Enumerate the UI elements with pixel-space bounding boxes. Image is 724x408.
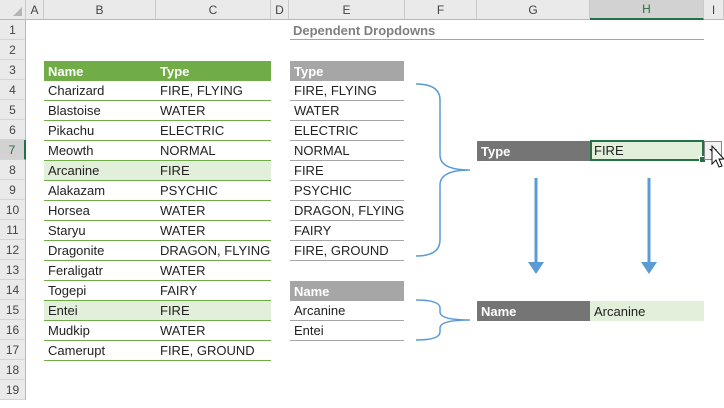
table-cell-name[interactable]: Horsea [44,201,156,221]
row-header[interactable]: 13 [0,260,26,280]
row-header[interactable]: 15 [0,300,26,320]
dropdown-arrow-icon[interactable] [704,141,722,160]
name-list-header[interactable]: Name [290,281,404,301]
column-header-f[interactable]: F [405,0,477,20]
type-dropdown-value[interactable]: FIRE [590,141,704,160]
table-cell-type[interactable]: WATER [156,201,271,221]
table-cell-type[interactable]: FIRE, GROUND [156,341,271,361]
table-cell-name[interactable]: Feraligatr [44,261,156,281]
table-cell-name[interactable]: Charizard [44,81,156,101]
row-header[interactable]: 4 [0,80,26,100]
type-selector-label: Type [477,141,590,161]
table-header-name[interactable]: Name [44,61,156,81]
table-cell-type[interactable]: FAIRY [156,281,271,301]
table-cell-type[interactable]: FIRE, FLYING [156,81,271,101]
brace-icon [415,299,471,341]
table-cell-type-highlighted[interactable]: FIRE [156,301,271,321]
table-header-type[interactable]: Type [156,61,271,81]
table-cell-name[interactable]: Dragonite [44,241,156,261]
down-arrow-icon [528,178,544,274]
table-cell-type[interactable]: DRAGON, FLYING [156,241,271,261]
type-list-item[interactable]: FIRE [290,161,404,181]
table-cell-name[interactable]: Mudkip [44,321,156,341]
column-header-b[interactable]: B [44,0,156,20]
spreadsheet: A B C D E F G H I 1 2 3 4 5 6 7 8 9 10 1… [0,0,724,408]
column-header-i[interactable]: I [704,0,724,20]
type-list-item[interactable]: NORMAL [290,141,404,161]
row-header[interactable]: 10 [0,200,26,220]
row-header[interactable]: 19 [0,380,26,400]
row-header[interactable]: 2 [0,40,26,60]
table-cell-type[interactable]: WATER [156,101,271,121]
table-cell-type[interactable]: PSYCHIC [156,181,271,201]
row-header[interactable]: 5 [0,100,26,120]
table-cell-type[interactable]: WATER [156,221,271,241]
brace-icon [415,83,471,257]
row-header[interactable]: 11 [0,220,26,240]
down-arrow-icon [641,178,657,274]
type-list-item[interactable]: ELECTRIC [290,121,404,141]
name-dropdown-cell[interactable]: Arcanine [590,301,704,321]
type-list-item[interactable]: WATER [290,101,404,121]
column-header-c[interactable]: C [156,0,271,20]
row-header[interactable]: 16 [0,320,26,340]
table-cell-type[interactable]: ELECTRIC [156,121,271,141]
table-cell-type[interactable]: WATER [156,321,271,341]
name-selector-label: Name [477,301,590,321]
row-header[interactable]: 8 [0,160,26,180]
type-list-item[interactable]: PSYCHIC [290,181,404,201]
table-cell-name-highlighted[interactable]: Entei [44,301,156,321]
table-cell-type[interactable]: WATER [156,261,271,281]
table-cell-name[interactable]: Togepi [44,281,156,301]
table-cell-name[interactable]: Meowth [44,141,156,161]
table-cell-name[interactable]: Camerupt [44,341,156,361]
row-header[interactable]: 12 [0,240,26,260]
table-cell-name[interactable]: Pikachu [44,121,156,141]
type-list-item[interactable]: FIRE, FLYING [290,81,404,101]
column-header-a[interactable]: A [26,0,44,20]
row-header[interactable]: 14 [0,280,26,300]
row-header[interactable]: 1 [0,20,26,40]
row-header[interactable]: 3 [0,60,26,80]
table-cell-name-highlighted[interactable]: Arcanine [44,161,156,181]
select-all-corner[interactable] [0,0,26,20]
type-list-header[interactable]: Type [290,61,404,81]
row-header[interactable]: 6 [0,120,26,140]
column-header-e[interactable]: E [289,0,405,20]
column-header-d[interactable]: D [271,0,289,20]
name-list-item[interactable]: Arcanine [290,301,404,321]
name-list-item[interactable]: Entei [290,321,404,341]
type-list-item[interactable]: FAIRY [290,221,404,241]
type-list-item[interactable]: DRAGON, FLYING [290,201,404,221]
table-cell-type[interactable]: NORMAL [156,141,271,161]
table-cell-name[interactable]: Blastoise [44,101,156,121]
table-cell-type-highlighted[interactable]: FIRE [156,161,271,181]
type-list-item[interactable]: FIRE, GROUND [290,241,404,261]
table-cell-name[interactable]: Staryu [44,221,156,241]
sheet-title: Dependent Dropdowns [290,21,704,40]
row-header[interactable]: 9 [0,180,26,200]
table-cell-name[interactable]: Alakazam [44,181,156,201]
column-header-h[interactable]: H [590,0,704,20]
row-header[interactable]: 17 [0,340,26,360]
row-header[interactable]: 18 [0,360,26,380]
column-header-g[interactable]: G [477,0,590,20]
row-header[interactable]: 7 [0,140,26,160]
